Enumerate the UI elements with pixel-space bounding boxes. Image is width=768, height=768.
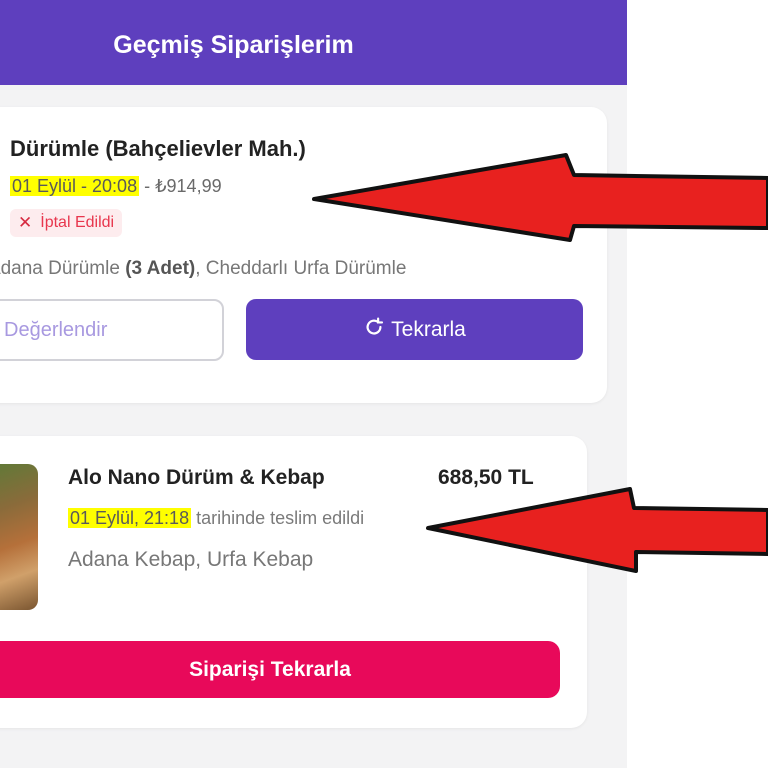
status-badge: ✕ İptal Edildi: [10, 209, 123, 237]
repeat-button-label: Tekrarla: [391, 317, 466, 341]
screen: Geçmiş Siparişlerim Dürümle (Bahçelievle…: [0, 0, 768, 768]
item-quantity: (3 Adet): [125, 258, 196, 279]
item-name: adana Dürümle: [0, 258, 126, 279]
rate-button[interactable]: Değerlendir: [0, 299, 224, 361]
order-price: 688,50 TL: [438, 466, 534, 489]
app-header: Geçmiş Siparişlerim: [0, 0, 627, 85]
meta-separator: -: [139, 176, 156, 196]
order-restaurant-name: Alo Nano Dürüm & Kebap: [68, 466, 325, 489]
food-image: [0, 464, 38, 610]
order-restaurant-name: Dürümle (Bahçelievler Mah.): [10, 136, 306, 161]
close-icon: ✕: [18, 213, 33, 232]
delivered-text: tarihinde teslim edildi: [191, 508, 365, 528]
repeat-order-button[interactable]: Tekrarla: [246, 299, 583, 360]
item-name-rest: , Cheddarlı Urfa Dürümle: [195, 258, 407, 279]
reorder-button-label: Siparişi Tekrarla: [189, 657, 351, 681]
delivery-date-time: 01 Eylül, 21:18: [68, 508, 192, 528]
order-meta: 01 Eylül - 20:08 - ₺914,99: [10, 176, 222, 197]
status-label: İptal Edildi: [40, 214, 115, 231]
order-items: Adana Kebap, Urfa Kebap: [68, 548, 314, 571]
order-amount: ₺914,99: [155, 176, 222, 196]
order-date-time: 01 Eylül - 20:08: [10, 176, 140, 196]
rate-button-label: Değerlendir: [4, 318, 108, 341]
reorder-button[interactable]: Siparişi Tekrarla: [0, 641, 560, 698]
page-title: Geçmiş Siparişlerim: [113, 30, 354, 59]
blank-area: [627, 0, 768, 768]
delivery-info: 01 Eylül, 21:18 tarihinde teslim edildi: [68, 508, 364, 529]
order-items: adana Dürümle (3 Adet), Cheddarlı Urfa D…: [0, 258, 406, 280]
refresh-icon: [363, 316, 385, 344]
